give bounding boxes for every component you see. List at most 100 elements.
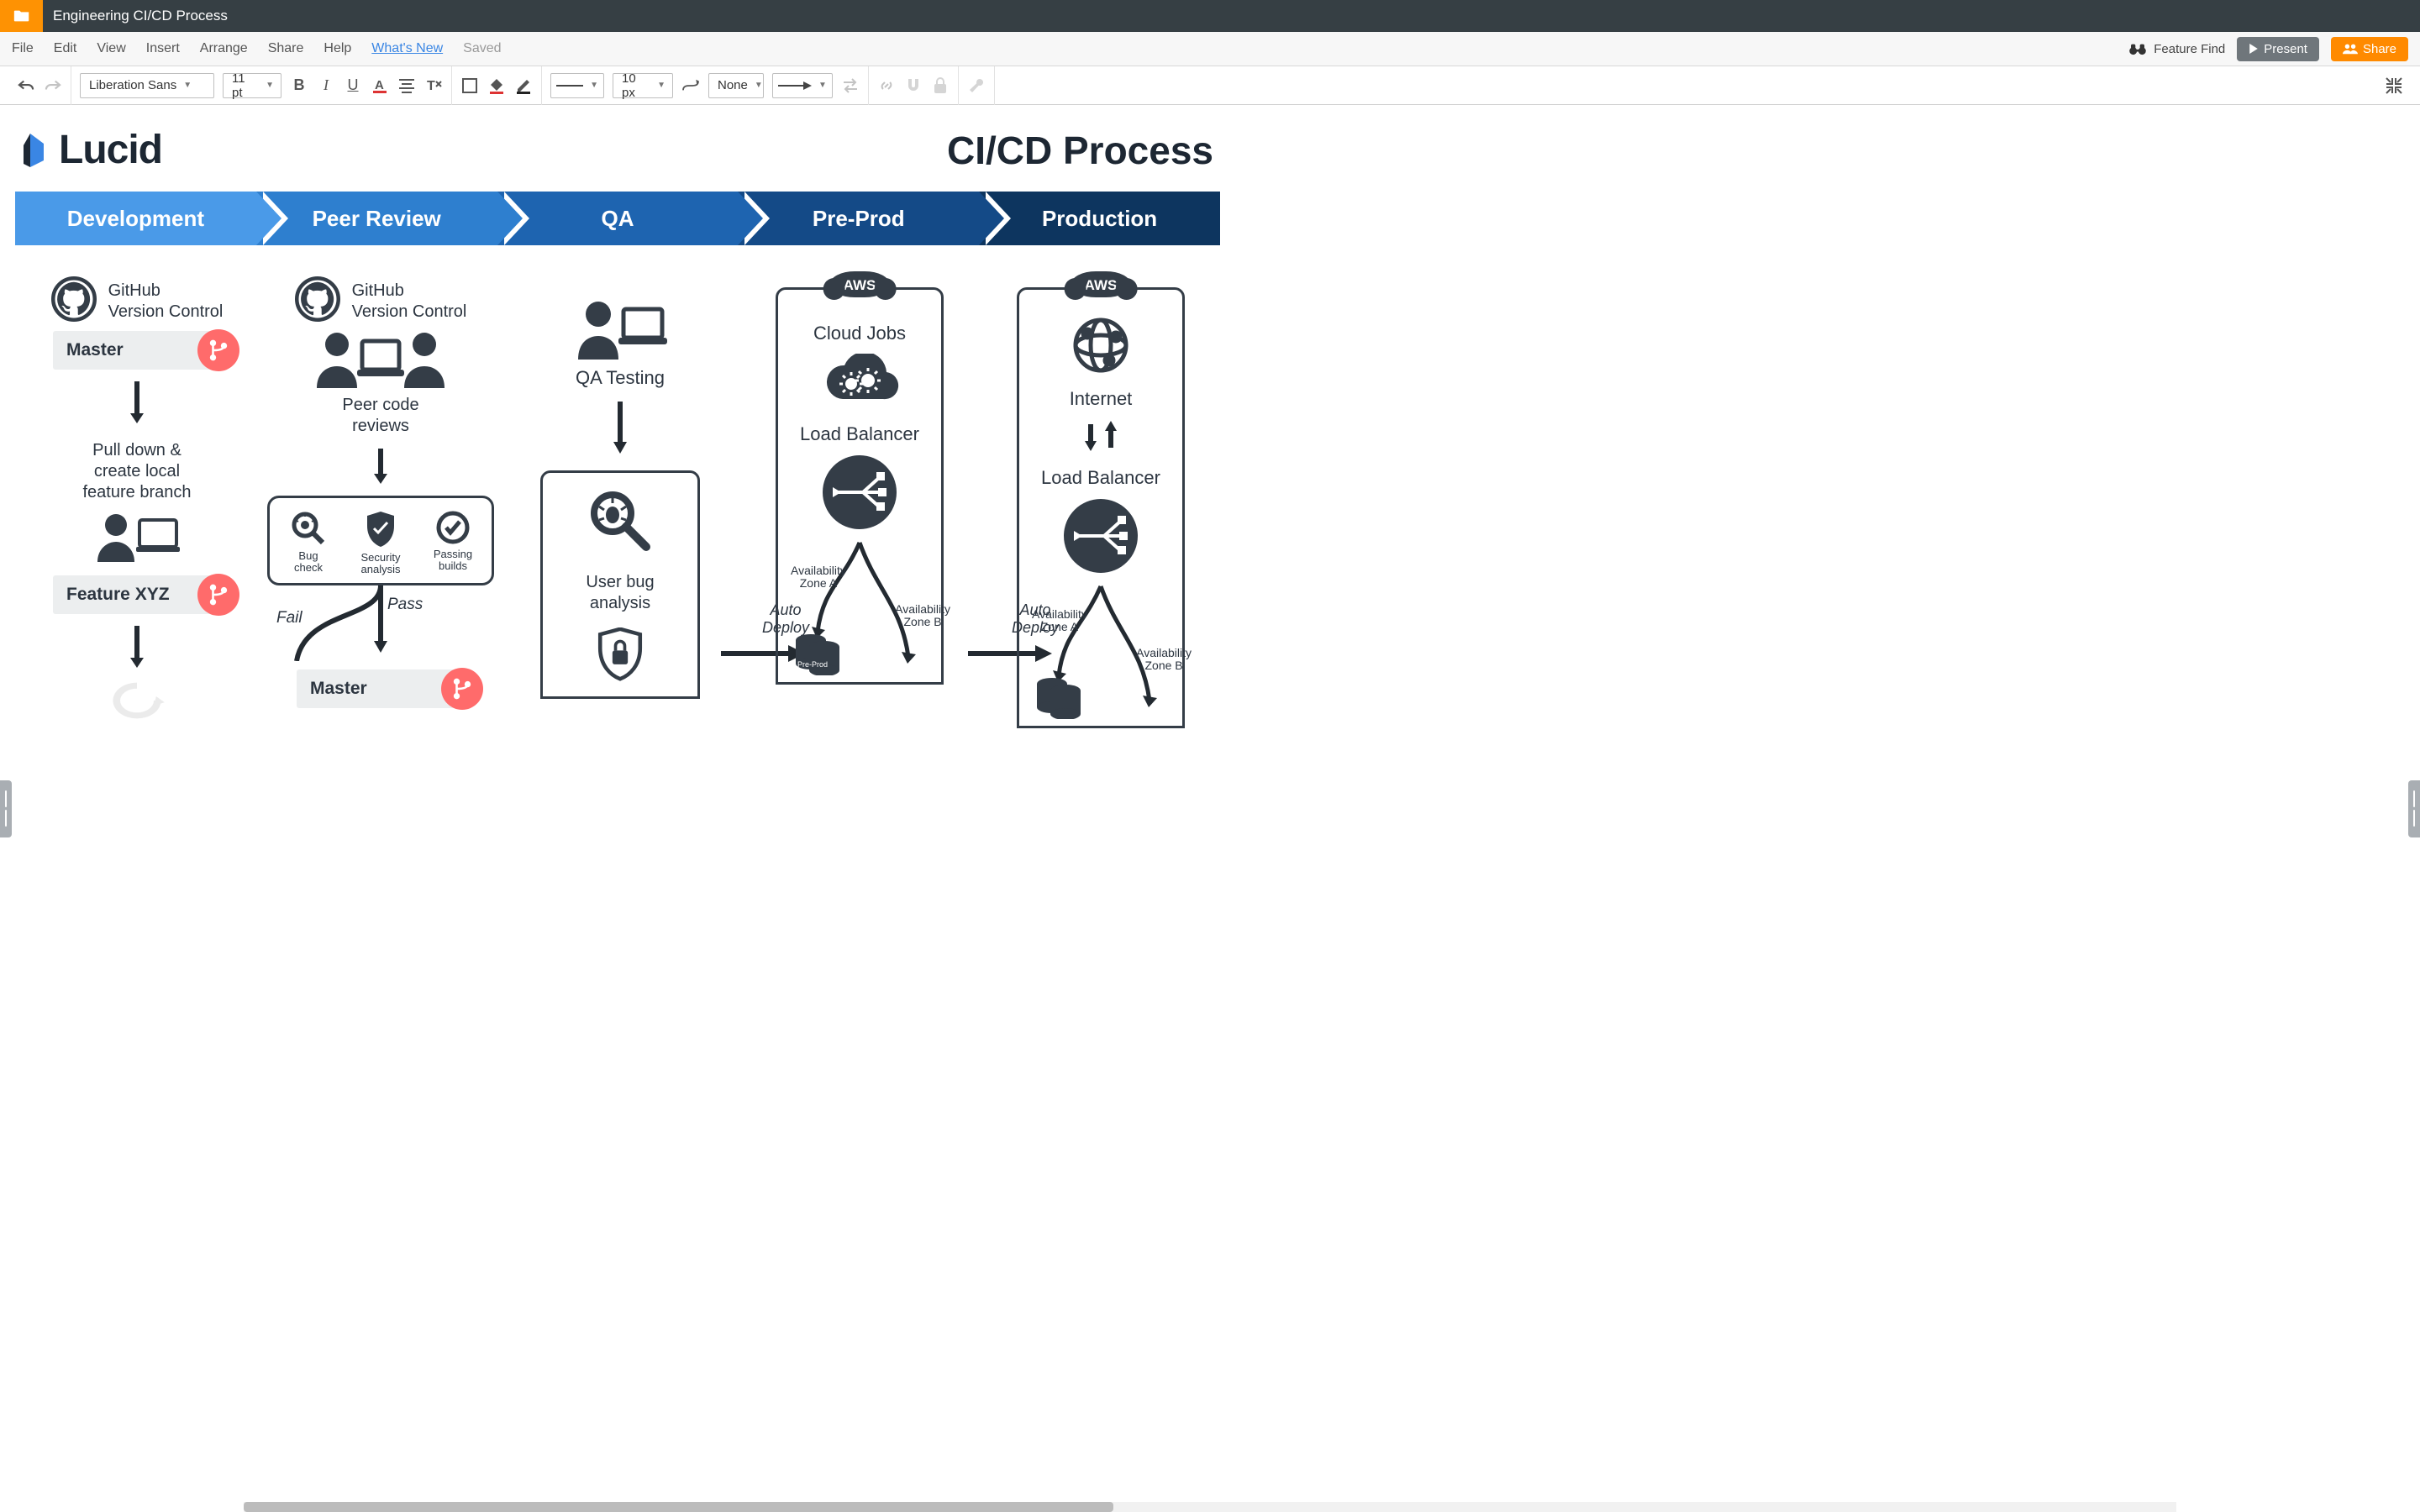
dev-feature-label: Feature XYZ: [66, 585, 170, 605]
phase-peer-review[interactable]: Peer Review: [256, 192, 497, 245]
magnet-button[interactable]: [904, 76, 923, 95]
prod-aws-label: AWS: [1085, 277, 1118, 293]
font-select[interactable]: Liberation Sans ▼: [80, 73, 214, 98]
bold-button[interactable]: B: [290, 76, 308, 95]
peer-review-icon: [305, 329, 456, 390]
database-icon: [1034, 675, 1084, 719]
feature-find[interactable]: Feature Find: [2128, 42, 2225, 56]
preprod-aws-label: AWS: [844, 277, 876, 293]
undo-button[interactable]: [17, 76, 35, 95]
menu-help[interactable]: Help: [324, 41, 351, 56]
dev-vcs-label: GitHub Version Control: [108, 281, 224, 323]
check-circle-icon: [435, 510, 471, 545]
qa-box[interactable]: User bug analysis: [540, 470, 700, 699]
underline-button[interactable]: U: [344, 76, 362, 95]
shield-check-icon: [364, 510, 397, 549]
menu-edit[interactable]: Edit: [54, 41, 77, 56]
start-arrow-label: None: [718, 78, 748, 92]
peer-checks-box[interactable]: Bug check Security analysis: [267, 496, 494, 585]
menu-insert[interactable]: Insert: [146, 41, 180, 56]
col-development: GitHub Version Control Master Pull down …: [15, 276, 259, 728]
menu-whats-new[interactable]: What's New: [371, 41, 443, 56]
canvas[interactable]: Lucid CI/CD Process Development Peer Rev…: [0, 105, 2420, 1512]
share-label: Share: [2363, 42, 2396, 56]
scrollbar-thumb[interactable]: [244, 1502, 1113, 1512]
start-arrow-select[interactable]: None ▼: [708, 73, 764, 98]
peer-vcs-label: GitHub Version Control: [352, 281, 467, 323]
dev-master-label: Master: [66, 340, 124, 360]
shape-outline-button[interactable]: [460, 76, 479, 95]
prod-zone-b-label: Availability Zone B: [1136, 647, 1192, 673]
font-label: Liberation Sans: [89, 78, 176, 92]
menu-share[interactable]: Share: [268, 41, 304, 56]
line-curve-button[interactable]: [681, 76, 700, 95]
clear-format-button[interactable]: T: [424, 76, 443, 95]
internet-label: Internet: [1070, 387, 1133, 411]
col-qa: QA Testing User bug analysis: [502, 276, 738, 728]
pass-label: Pass: [387, 596, 423, 614]
security-label: Security analysis: [361, 552, 401, 576]
share-button[interactable]: Share: [2331, 37, 2408, 61]
developer-laptop-icon: [91, 512, 183, 567]
internet-globe-icon: [1072, 317, 1129, 374]
phase-production[interactable]: Production: [979, 192, 1220, 245]
bug-magnify-icon: [587, 488, 653, 554]
collapse-button[interactable]: [2385, 76, 2403, 95]
preprod-zone-b-label: Availability Zone B: [895, 603, 950, 629]
github-icon: [295, 276, 340, 322]
caret-icon: ▼: [657, 81, 666, 90]
fill-color-button[interactable]: [487, 76, 506, 95]
peer-master-pill[interactable]: Master: [297, 669, 465, 708]
italic-button[interactable]: I: [317, 76, 335, 95]
text-color-button[interactable]: A: [371, 76, 389, 95]
svg-text:A: A: [375, 78, 384, 92]
lock-button[interactable]: [931, 76, 950, 95]
phase-development[interactable]: Development: [15, 192, 256, 245]
preprod-zone-a-label: Availability Zone A: [791, 564, 846, 591]
menu-arrange[interactable]: Arrange: [200, 41, 248, 56]
horizontal-scrollbar[interactable]: [244, 1502, 2176, 1512]
bug-check-label: Bug check: [294, 550, 323, 575]
line-style-select[interactable]: ▼: [550, 73, 604, 98]
user-bug-label: User bug analysis: [586, 572, 654, 614]
line-sample-icon: [556, 85, 583, 87]
preprod-aws-box[interactable]: AWS Cloud Jobs Load Balancer: [776, 287, 944, 685]
phase-preprod[interactable]: Pre-Prod: [738, 192, 979, 245]
menu-file[interactable]: File: [12, 41, 34, 56]
prod-aws-box[interactable]: AWS Internet Load Balancer: [1017, 287, 1185, 728]
git-branch-icon: [197, 329, 239, 371]
swap-ends-button[interactable]: [841, 76, 860, 95]
diagram-title: CI/CD Process: [947, 128, 1213, 173]
wrench-button[interactable]: [967, 76, 986, 95]
line-width-select[interactable]: 10 px ▼: [613, 73, 673, 98]
preprod-lb-label: Load Balancer: [800, 423, 919, 446]
load-balancer-icon: [821, 454, 898, 531]
play-icon: [2249, 44, 2259, 54]
dev-pull-label: Pull down & create local feature branch: [83, 440, 192, 503]
folder-button[interactable]: [0, 0, 43, 32]
github-icon: [51, 276, 97, 322]
aws-cloud-badge: AWS: [830, 271, 890, 297]
end-arrow-select[interactable]: ▼: [772, 73, 833, 98]
caret-icon: ▼: [755, 81, 763, 90]
redo-button[interactable]: [44, 76, 62, 95]
caret-icon: ▼: [183, 81, 192, 90]
font-size-select[interactable]: 11 pt ▼: [223, 73, 281, 98]
phase-qa[interactable]: QA: [497, 192, 739, 245]
align-button[interactable]: [397, 76, 416, 95]
caret-icon: ▼: [818, 81, 827, 90]
link-button[interactable]: [877, 76, 896, 95]
document-title[interactable]: Engineering CI/CD Process: [43, 8, 228, 24]
border-color-button[interactable]: [514, 76, 533, 95]
shield-lock-icon: [593, 627, 647, 681]
arrow-down-icon: [129, 624, 145, 669]
dev-master-pill[interactable]: Master: [53, 331, 221, 370]
feature-find-label: Feature Find: [2154, 42, 2225, 56]
present-button[interactable]: Present: [2237, 37, 2319, 61]
toolbar: Liberation Sans ▼ 11 pt ▼ B I U A T: [0, 66, 2420, 105]
people-icon: [2343, 43, 2358, 55]
bug-check-icon: [290, 510, 327, 547]
svg-text:Pre-Prod: Pre-Prod: [797, 660, 828, 669]
dev-feature-pill[interactable]: Feature XYZ: [53, 575, 221, 614]
menu-view[interactable]: View: [97, 41, 125, 56]
